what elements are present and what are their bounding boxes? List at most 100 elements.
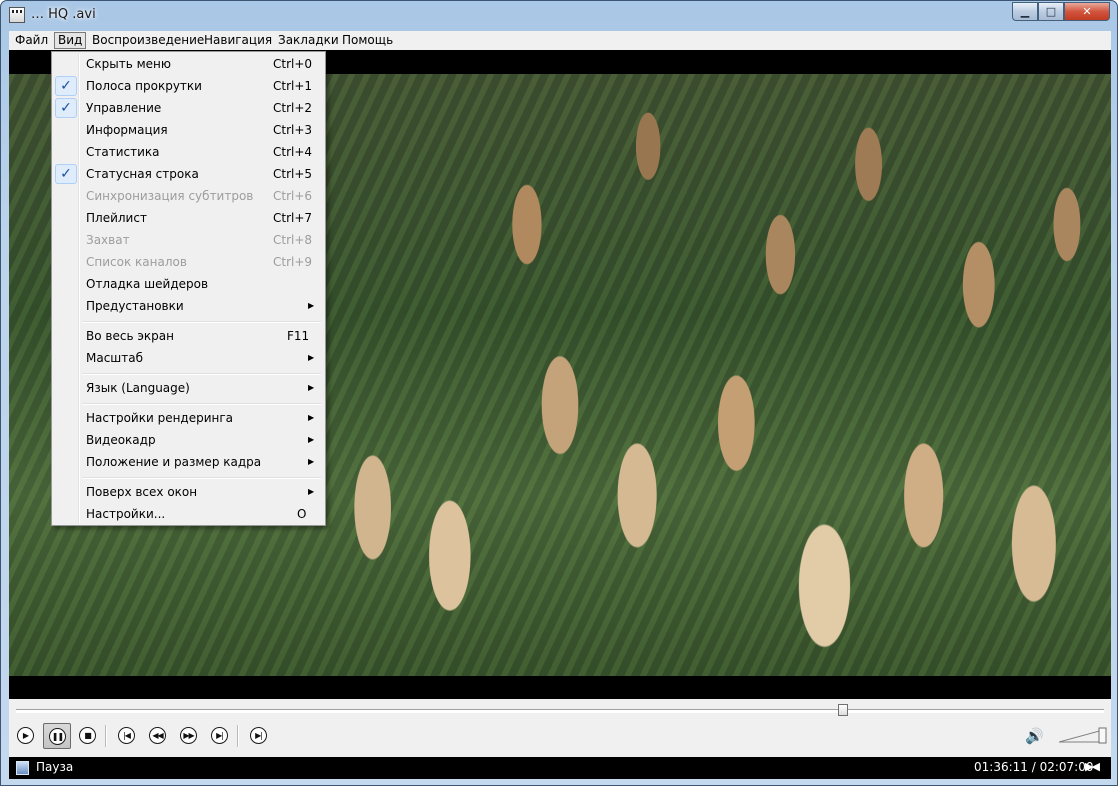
view-menu-item[interactable]: Масштаб ▶ — [54, 347, 323, 369]
view-menu-item[interactable]: Скрыть меню Ctrl+0 — [54, 53, 323, 75]
pause-button[interactable]: ❚❚ — [43, 723, 71, 749]
close-button[interactable]: ✕ — [1064, 2, 1110, 21]
frame-step-button[interactable]: ▶| — [245, 723, 273, 749]
view-menu-item-shortcut: Ctrl+5 — [273, 167, 313, 181]
next-button[interactable]: ▶| — [206, 723, 234, 749]
seek-thumb[interactable] — [837, 704, 848, 716]
toolbar-separator — [237, 725, 239, 747]
submenu-arrow-icon: ▶ — [308, 457, 315, 466]
view-dropdown-menu: Скрыть меню Ctrl+0 ✓ Полоса прокрутки Ctrl+1… — [51, 51, 326, 526]
time-display[interactable]: 01:36:11 / 02:07:00 — [974, 760, 1093, 774]
toolbar-separator — [105, 725, 107, 747]
view-menu-item-label: Масштаб — [86, 351, 144, 365]
status-bar: Пауза 01:36:11 / 02:07:00 ▶◀ — [9, 757, 1111, 779]
view-menu-item-label: Язык (Language) — [86, 381, 190, 395]
checkmark-icon: ✓ — [55, 98, 77, 118]
view-menu-item-label: Захват — [86, 233, 130, 247]
skip-forward-icon: ▶| — [211, 727, 228, 744]
view-menu-item-label: Предустановки — [86, 299, 184, 313]
view-menu-item[interactable]: ✓ Полоса прокрутки Ctrl+1 — [54, 75, 323, 97]
view-menu-item-shortcut: O — [297, 507, 307, 521]
menu-separator — [82, 373, 321, 375]
view-menu-item-label: Статусная строка — [86, 167, 199, 181]
rewind-button[interactable]: ◀◀ — [144, 723, 172, 749]
window-title: … HQ .avi — [31, 7, 96, 22]
submenu-arrow-icon: ▶ — [308, 383, 315, 392]
play-icon: ▶ — [17, 727, 34, 744]
view-menu-item[interactable]: ✓ Статусная строка Ctrl+5 — [54, 163, 323, 185]
stop-button[interactable]: ■ — [74, 723, 102, 749]
view-menu-item[interactable]: Положение и размер кадра ▶ — [54, 451, 323, 473]
checkmark-icon: ✓ — [55, 76, 77, 96]
view-menu-item-shortcut: Ctrl+6 — [273, 189, 313, 203]
maximize-button[interactable]: □ — [1038, 2, 1064, 21]
app-icon[interactable] — [9, 7, 25, 23]
checkmark-icon: ✓ — [55, 164, 77, 184]
view-menu-item[interactable]: Во весь экран F11 — [54, 325, 323, 347]
seek-bar[interactable] — [16, 709, 1104, 713]
menu-playback[interactable]: Воспроизведение — [89, 32, 207, 49]
view-menu-item-label: Управление — [86, 101, 162, 115]
view-menu-item-label: Положение и размер кадра — [86, 455, 262, 469]
view-menu-item[interactable]: Предустановки ▶ — [54, 295, 323, 317]
view-menu-item-label: Скрыть меню — [86, 57, 171, 71]
menu-separator — [82, 321, 321, 323]
view-menu-item[interactable]: Отладка шейдеров — [54, 273, 323, 295]
view-menu-item-shortcut: Ctrl+4 — [273, 145, 313, 159]
submenu-arrow-icon: ▶ — [308, 301, 315, 310]
aspect-ratio-icon[interactable]: ▶◀ — [1085, 760, 1100, 773]
view-menu-item-label: Синхронизация субтитров — [86, 189, 254, 203]
skip-back-icon: |◀ — [118, 727, 135, 744]
menu-separator — [82, 477, 321, 479]
view-menu-item-label: Настройки рендеринга — [86, 411, 234, 425]
status-icon — [16, 761, 29, 775]
rewind-icon: ◀◀ — [149, 727, 166, 744]
view-menu-item[interactable]: Статистика Ctrl+4 — [54, 141, 323, 163]
submenu-arrow-icon: ▶ — [308, 487, 315, 496]
view-menu-item[interactable]: Поверх всех окон ▶ — [54, 481, 323, 503]
view-menu-item: Список каналов Ctrl+9 — [54, 251, 323, 273]
view-menu-item[interactable]: Информация Ctrl+3 — [54, 119, 323, 141]
minimize-button[interactable]: ▁ — [1012, 2, 1038, 21]
menu-navigation[interactable]: Навигация — [201, 32, 275, 49]
menu-view[interactable]: Вид — [54, 32, 87, 49]
submenu-arrow-icon: ▶ — [308, 353, 315, 362]
view-menu-item[interactable]: Видеокадр ▶ — [54, 429, 323, 451]
view-menu-item-label: Поверх всех окон — [86, 485, 198, 499]
view-menu-item[interactable]: ✓ Управление Ctrl+2 — [54, 97, 323, 119]
stop-icon: ■ — [79, 727, 96, 744]
play-button[interactable]: ▶ — [12, 723, 40, 749]
view-menu-item-shortcut: Ctrl+9 — [273, 255, 313, 269]
speaker-icon[interactable]: 🔊 — [1025, 727, 1045, 745]
view-menu-item: Синхронизация субтитров Ctrl+6 — [54, 185, 323, 207]
submenu-arrow-icon: ▶ — [308, 413, 315, 422]
view-menu-item-shortcut: Ctrl+2 — [273, 101, 313, 115]
submenu-arrow-icon: ▶ — [308, 435, 315, 444]
view-menu-item-label: Настройки... — [86, 507, 166, 521]
control-panel: ▶ ❚❚ ■ |◀ ◀◀ ▶▶ ▶| ▶| 🔊 — [9, 699, 1111, 757]
volume-slider[interactable] — [1059, 726, 1107, 746]
previous-button[interactable]: |◀ — [113, 723, 141, 749]
view-menu-item-shortcut: Ctrl+1 — [273, 79, 313, 93]
view-menu-item-label: Список каналов — [86, 255, 187, 269]
view-menu-item-label: Отладка шейдеров — [86, 277, 209, 291]
view-menu-item[interactable]: Настройки рендеринга ▶ — [54, 407, 323, 429]
view-menu-item[interactable]: Язык (Language) ▶ — [54, 377, 323, 399]
menu-bookmarks[interactable]: Закладки — [275, 32, 342, 49]
pause-icon: ❚❚ — [49, 728, 66, 745]
menu-file[interactable]: Файл — [12, 32, 51, 49]
forward-button[interactable]: ▶▶ — [175, 723, 203, 749]
menu-bar: Файл Вид Воспроизведение Навигация Закла… — [9, 31, 1111, 50]
playback-state: Пауза — [36, 760, 74, 774]
view-menu-item[interactable]: Плейлист Ctrl+7 — [54, 207, 323, 229]
title-bar[interactable]: … HQ .avi ▁ □ ✕ — [1, 1, 1117, 31]
view-menu-item-label: Видеокадр — [86, 433, 156, 447]
view-menu-item[interactable]: Настройки... O — [54, 503, 323, 525]
view-menu-item: Захват Ctrl+8 — [54, 229, 323, 251]
menu-help[interactable]: Помощь — [339, 32, 396, 49]
fast-forward-icon: ▶▶ — [180, 727, 197, 744]
volume-slider-thumb[interactable] — [1098, 727, 1107, 744]
view-menu-item-shortcut: Ctrl+0 — [273, 57, 313, 71]
view-menu-item-shortcut: Ctrl+7 — [273, 211, 313, 225]
view-menu-item-shortcut: Ctrl+8 — [273, 233, 313, 247]
